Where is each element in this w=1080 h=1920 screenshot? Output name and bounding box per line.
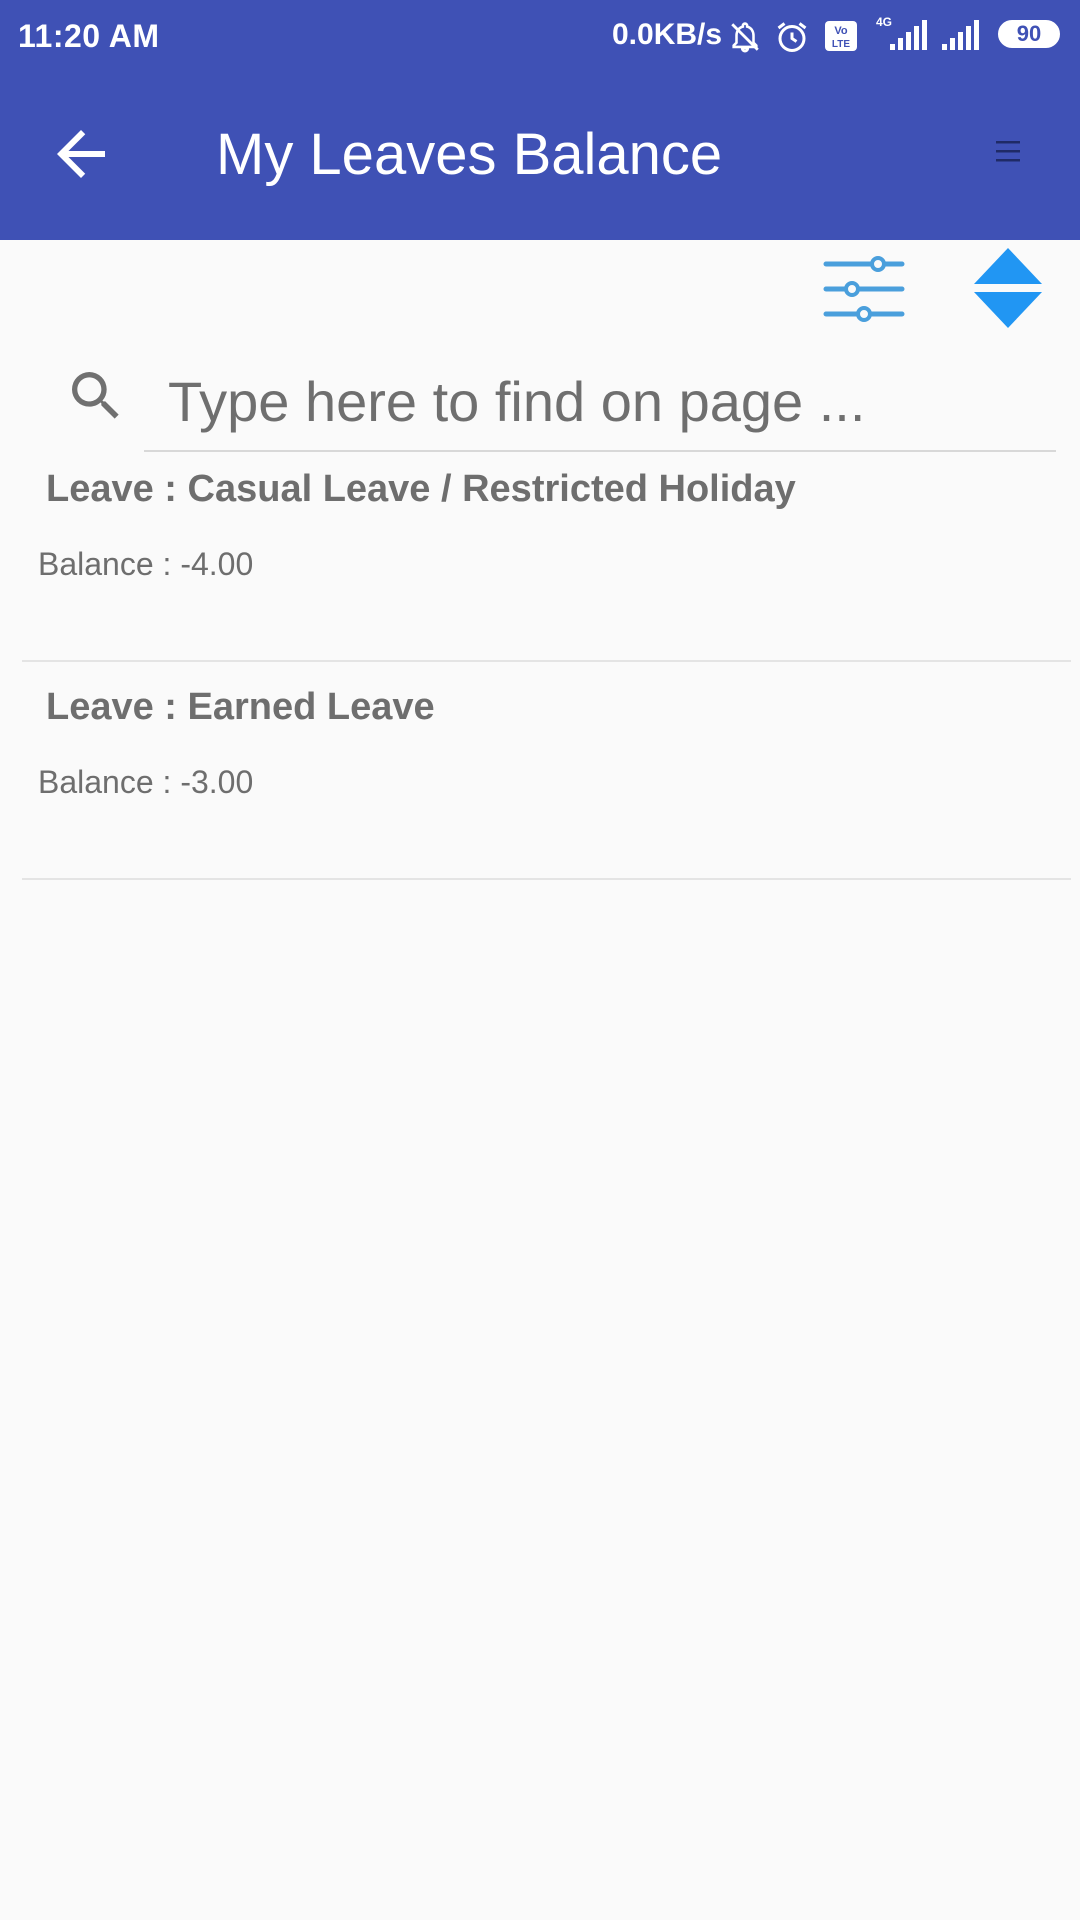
arrow-back-icon — [57, 130, 105, 178]
svg-text:LTE: LTE — [832, 39, 850, 50]
signal-icon: 4G — [870, 14, 930, 59]
menu-icon — [996, 141, 1020, 162]
menu-button[interactable] — [990, 133, 1026, 169]
leave-balance: Balance : -4.00 — [38, 546, 254, 582]
search-icon — [64, 364, 128, 428]
filter-button[interactable] — [822, 250, 906, 328]
sort-button[interactable] — [972, 246, 1044, 330]
signal-icon — [940, 14, 986, 59]
network-speed: 0.0KB/s — [612, 18, 723, 51]
battery-icon: 90 — [998, 20, 1060, 48]
app-bar: My Leaves Balance — [0, 73, 1080, 240]
sort-updown-icon — [974, 248, 1042, 328]
volte-label: Vo — [834, 25, 848, 37]
volte-icon: Vo LTE — [824, 20, 858, 57]
status-time: 11:20 AM — [18, 18, 160, 54]
alarm-icon — [774, 19, 810, 60]
svg-text:4G: 4G — [876, 15, 892, 29]
status-bar: 11:20 AM 0.0KB/s Vo LTE 4G 90 — [0, 0, 1080, 73]
leave-title: Leave : Earned Leave — [46, 686, 435, 728]
back-button[interactable] — [45, 118, 117, 190]
bell-off-icon — [728, 20, 762, 59]
list-item[interactable]: Leave : Casual Leave / Restricted Holida… — [22, 444, 1071, 662]
battery-level: 90 — [1016, 21, 1042, 46]
page-title: My Leaves Balance — [216, 122, 723, 187]
leave-title: Leave : Casual Leave / Restricted Holida… — [46, 468, 796, 510]
list-item[interactable]: Leave : Earned Leave Balance : -3.00 — [22, 662, 1071, 880]
leave-balance: Balance : -3.00 — [38, 764, 254, 800]
sliders-icon — [823, 256, 905, 322]
search-input[interactable] — [144, 352, 1056, 452]
